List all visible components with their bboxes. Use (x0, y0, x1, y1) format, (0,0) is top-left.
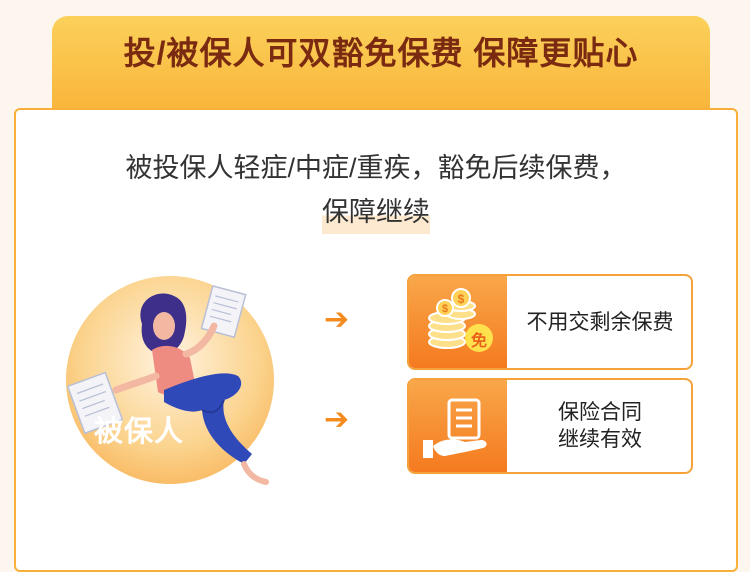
exempt-badge: 免 (470, 333, 487, 350)
woman-reading-illustration (66, 284, 269, 485)
description-line-1: 被投保人轻症/中症/重疾，豁免后续保费， (125, 153, 627, 183)
arrow-right-icon: ➔ (324, 403, 350, 436)
coins-exempt-icon: $ $ (428, 288, 493, 352)
arrow-right-icon: ➔ (324, 303, 350, 336)
svg-text:$: $ (458, 292, 465, 306)
benefit-label-line-1: 保险合同 (558, 401, 642, 424)
benefit-label: 保险合同 继续有效 (513, 380, 687, 472)
page-title: 投/被保人可双豁免保费 保障更贴心 (123, 35, 639, 71)
benefit-card-contract-valid: 保险合同 继续有效 (407, 378, 693, 474)
description: 被投保人轻症/中症/重疾，豁免后续保费， 保障继续 (14, 146, 738, 234)
hand-document-icon (423, 398, 487, 458)
benefit-label: 不用交剩余保费 (526, 310, 674, 334)
benefit-icon-area: $ $ 免 (409, 276, 507, 368)
svg-text:$: $ (442, 303, 448, 315)
benefit-label-line-2: 继续有效 (558, 428, 642, 451)
description-line-2: 保障继续 (322, 190, 430, 234)
benefit-card-premium-waiver: $ $ 免 不用交剩余保费 (407, 274, 693, 370)
insured-label: 被保人 (94, 416, 185, 448)
benefit-icon-area (409, 380, 507, 472)
